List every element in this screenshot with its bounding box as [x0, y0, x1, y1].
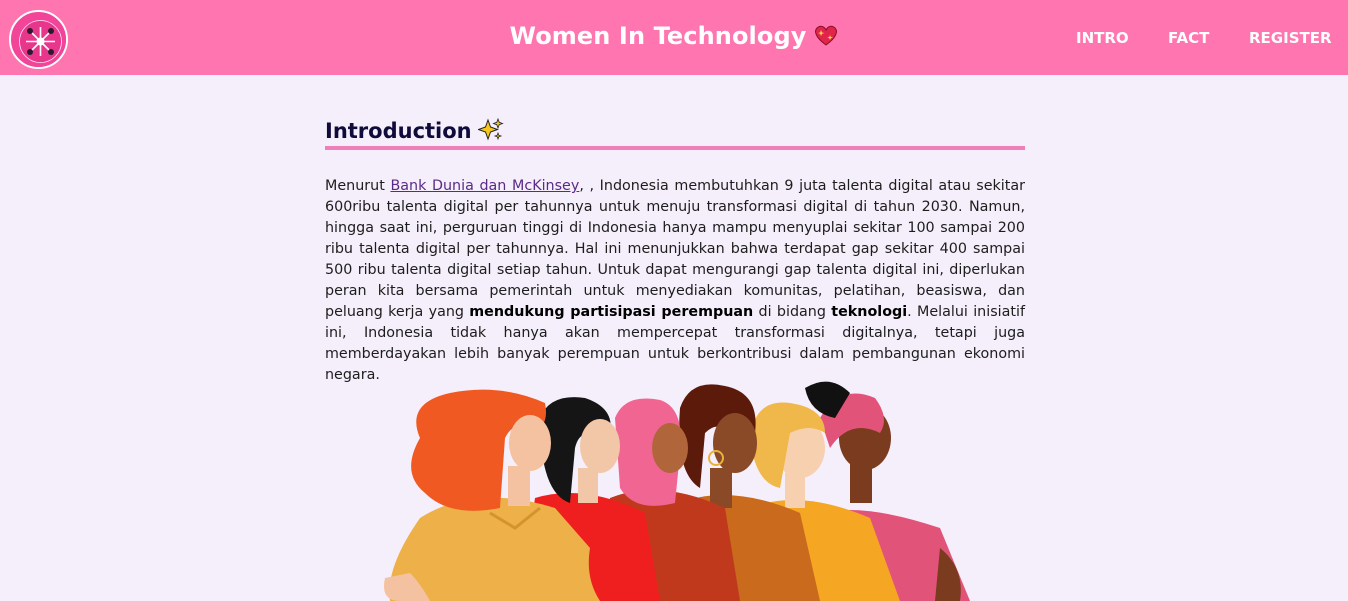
sparkles-icon	[476, 117, 504, 147]
intro-section: Introduction Menurut Bank Dunia dan McKi…	[325, 117, 1025, 386]
section-heading: Introduction	[325, 117, 1025, 150]
site-title-text: Women In Technology	[509, 22, 807, 50]
women-group-illustration	[380, 378, 970, 601]
nav-link-fact[interactable]: FACT	[1168, 29, 1209, 47]
bank-dunia-mckinsey-link[interactable]: Bank Dunia dan McKinsey	[390, 178, 579, 194]
top-navbar: Women In Technology INTRO FACT REGISTER	[0, 0, 1348, 75]
intro-text-before-link: Menurut	[325, 178, 391, 194]
intro-text-mid: di bidang	[753, 304, 832, 320]
section-heading-text: Introduction	[325, 119, 472, 143]
nav-link-intro[interactable]: INTRO	[1076, 29, 1129, 47]
intro-text-main: , , Indonesia membutuhkan 9 juta talenta…	[325, 178, 1025, 320]
emphasis-women-participation: mendukung partisipasi perempuan	[469, 304, 754, 320]
sparkling-heart-icon	[813, 23, 839, 53]
emphasis-technology: teknologi	[831, 304, 908, 320]
intro-paragraph: Menurut Bank Dunia dan McKinsey, , Indon…	[325, 176, 1025, 386]
site-title: Women In Technology	[0, 22, 1348, 53]
nav-link-register[interactable]: REGISTER	[1249, 29, 1332, 47]
